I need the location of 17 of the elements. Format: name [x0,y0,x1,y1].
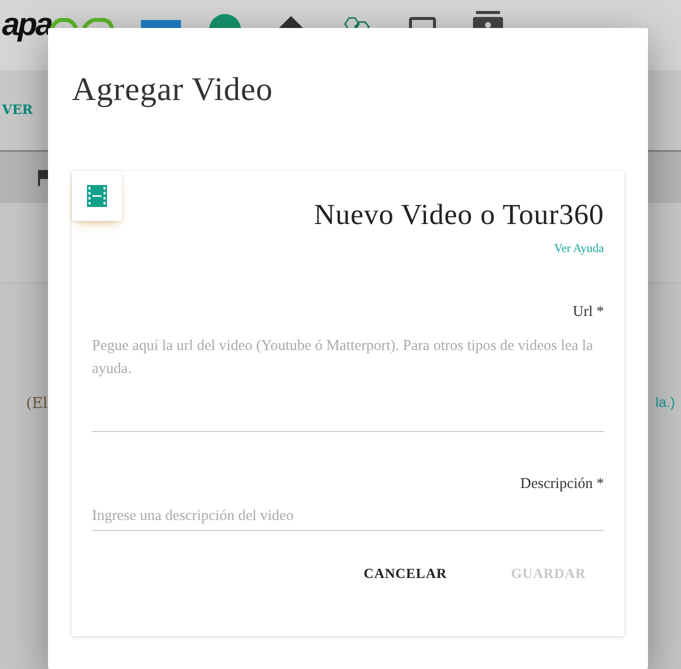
url-field[interactable]: Pegue aquí la url del video (Youtube ó Matterport). Para otros tipos de videos lea la ayuda. [92,335,604,432]
monitor-icon[interactable] [409,17,436,31]
dialog-title: Agregar Video [72,72,274,109]
logo-mark [50,18,114,28]
flag-icon[interactable] [38,170,48,186]
field-label: Descripción * [520,476,604,493]
nav-link[interactable]: VER [2,102,33,118]
help-link[interactable]: Ver Ayuda [554,241,604,256]
note-text: (El [26,394,48,412]
card-title: Nuevo Video o Tour360 [314,199,604,232]
logo-text: apa [2,6,52,43]
note-link[interactable]: la.) [656,394,675,412]
cancel-button[interactable]: CANCELAR [346,559,465,591]
film-icon [87,185,107,207]
description-field[interactable]: Ingrese una descripción del video [92,507,604,531]
field-label: Url * [572,304,604,321]
contact-icon[interactable] [473,11,503,29]
